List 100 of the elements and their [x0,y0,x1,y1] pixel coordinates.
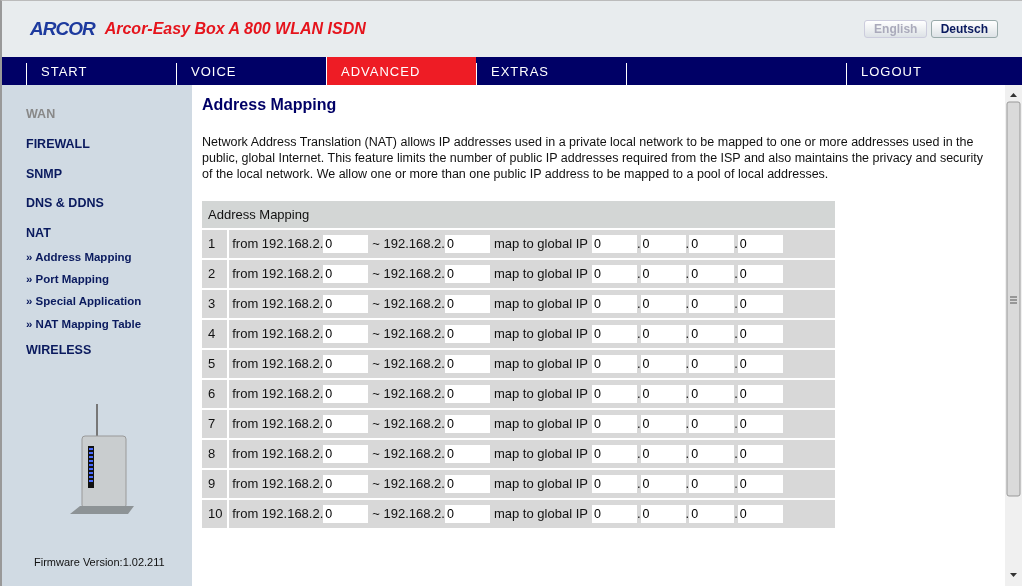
dot: . [734,385,738,404]
dot: . [734,265,738,284]
input-field[interactable]: 0 [737,325,783,344]
input-field[interactable]: 0 [591,385,637,404]
input-field[interactable]: 0 [323,265,369,284]
input-field[interactable]: 0 [591,355,637,374]
dot: . [685,475,690,494]
dot: . [636,235,641,254]
map-label: map to global IP [493,415,588,434]
input-field[interactable]: 0 [737,235,783,254]
input-field[interactable]: 0 [444,325,490,344]
input-field[interactable]: 0 [689,235,735,254]
dot: . [685,445,690,464]
input-field[interactable]: 0 [444,415,490,434]
input-field[interactable]: 0 [640,415,686,434]
dot: . [734,475,738,494]
dot: . [734,355,738,374]
row-number: 5 [202,348,229,379]
map-label: map to global IP [493,325,588,344]
dot: . [685,295,690,314]
input-field[interactable]: 0 [640,445,686,464]
input-field[interactable]: 0 [444,505,490,524]
input-field[interactable]: 0 [591,475,637,494]
input-field[interactable]: 0 [737,445,783,464]
input-field[interactable]: 0 [640,355,686,374]
input-field[interactable]: 0 [444,385,490,404]
row-number: 4 [202,318,229,349]
input-field[interactable]: 0 [323,445,369,464]
sidebar-subitem[interactable]: » NAT Mapping Table [26,315,192,333]
input-field[interactable]: 0 [640,505,686,524]
input-field[interactable]: 0 [591,415,637,434]
sidebar-subitem[interactable]: » Special Application [26,293,192,311]
sidebar-subitem[interactable]: » Port Mapping [26,271,192,289]
sidebar-item[interactable]: DNS & DDNS [26,194,192,213]
input-field[interactable]: 0 [444,295,490,314]
input-field[interactable]: 0 [323,235,369,254]
dot: . [734,505,738,524]
to-label: ~ 192.168.2. [372,325,445,344]
input-field[interactable]: 0 [591,505,637,524]
dot: . [685,355,690,374]
input-field[interactable]: 0 [591,445,637,464]
input-field[interactable]: 0 [323,505,369,524]
input-field[interactable]: 0 [640,235,686,254]
input-field[interactable]: 0 [640,475,686,494]
input-field[interactable]: 0 [689,355,735,374]
input-field[interactable]: 0 [689,415,735,434]
input-field[interactable]: 0 [640,295,686,314]
input-field[interactable]: 0 [737,355,783,374]
input-field[interactable]: 0 [444,355,490,374]
from-label: from 192.168.2. [232,505,324,524]
to-label: ~ 192.168.2. [372,505,445,524]
dot: . [685,325,690,344]
input-field[interactable]: 0 [323,295,369,314]
language-button[interactable]: Deutsch [930,20,998,38]
input-field[interactable]: 0 [737,385,783,404]
input-field[interactable]: 0 [444,265,490,284]
input-field[interactable]: 0 [737,295,783,314]
from-label: from 192.168.2. [232,295,324,314]
nav-tab[interactable]: LOGOUT [846,63,994,85]
input-field[interactable]: 0 [689,265,735,284]
nav-tab[interactable]: ADVANCED [326,57,476,85]
input-field[interactable]: 0 [323,325,369,344]
input-field[interactable]: 0 [323,415,369,434]
input-field[interactable]: 0 [689,295,735,314]
input-field[interactable]: 0 [737,475,783,494]
from-label: from 192.168.2. [232,445,324,464]
dot: . [636,385,641,404]
input-field[interactable]: 0 [591,235,637,254]
input-field[interactable]: 0 [444,235,490,254]
input-field[interactable]: 0 [444,445,490,464]
input-field[interactable]: 0 [737,265,783,284]
logo: ARCOR [30,16,95,41]
input-field[interactable]: 0 [689,325,735,344]
input-field[interactable]: 0 [640,265,686,284]
nav-tab[interactable]: EXTRAS [476,63,626,85]
sidebar-item[interactable]: NAT [26,224,192,243]
page-title: Address Mapping [202,95,338,115]
input-field[interactable]: 0 [640,325,686,344]
to-label: ~ 192.168.2. [372,445,445,464]
input-field[interactable]: 0 [591,325,637,344]
input-field[interactable]: 0 [689,505,735,524]
input-field[interactable]: 0 [640,385,686,404]
dot: . [636,265,641,284]
sidebar-item[interactable]: WIRELESS [26,340,192,360]
map-label: map to global IP [493,295,588,314]
sidebar-item[interactable]: FIREWALL [26,134,192,154]
input-field[interactable]: 0 [689,475,735,494]
input-field[interactable]: 0 [323,475,369,494]
sidebar-item[interactable]: SNMP [26,164,192,184]
input-field[interactable]: 0 [444,475,490,494]
input-field[interactable]: 0 [323,385,369,404]
input-field[interactable]: 0 [323,355,369,374]
input-field[interactable]: 0 [689,385,735,404]
input-field[interactable]: 0 [591,265,637,284]
sidebar-subitem[interactable]: » Address Mapping [26,248,192,266]
input-field[interactable]: 0 [737,505,783,524]
input-field[interactable]: 0 [689,445,735,464]
dot: . [636,505,641,524]
input-field[interactable]: 0 [591,295,637,314]
input-field[interactable]: 0 [737,415,783,434]
